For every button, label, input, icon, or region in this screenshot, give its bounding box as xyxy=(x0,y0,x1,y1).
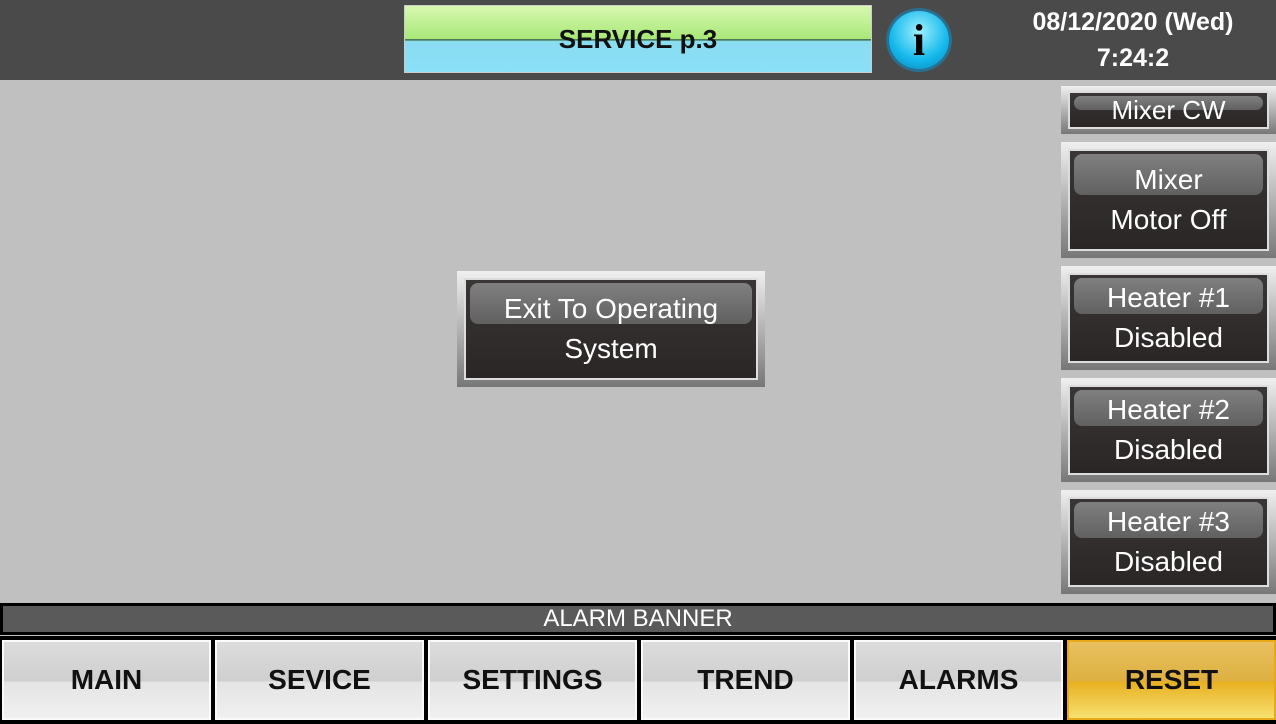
nav-settings-button[interactable]: SETTINGS xyxy=(428,640,637,720)
label: Heater #2 xyxy=(1107,394,1230,425)
nav-trend-button[interactable]: TREND xyxy=(641,640,850,720)
label: Mixer CW xyxy=(1111,95,1226,125)
label: Disabled xyxy=(1114,546,1223,577)
nav-service-button[interactable]: SEVICE xyxy=(215,640,424,720)
heater2-button[interactable]: Heater #2 Disabled xyxy=(1061,378,1276,482)
label: Motor Off xyxy=(1110,204,1227,235)
mixer-motor-button[interactable]: Mixer Motor Off xyxy=(1061,142,1276,258)
label: Mixer xyxy=(1134,164,1203,195)
mixer-cw-button[interactable]: Mixer CW xyxy=(1061,86,1276,134)
info-icon[interactable]: i xyxy=(886,8,952,72)
label: Disabled xyxy=(1114,434,1223,465)
label: Disabled xyxy=(1114,322,1223,353)
time-text: 7:24:2 xyxy=(1096,44,1170,72)
label: Heater #1 xyxy=(1107,282,1230,313)
label: Heater #3 xyxy=(1107,506,1230,537)
reset-button[interactable]: RESET xyxy=(1067,640,1276,720)
exit-to-os-button[interactable]: Exit To Operating System xyxy=(457,271,765,387)
label: System xyxy=(564,333,658,364)
top-bar: SERVICE p.3 i 08/12/2020 (Wed) 7:24:2 xyxy=(0,0,1276,80)
nav-alarms-button[interactable]: ALARMS xyxy=(854,640,1063,720)
nav-bar: MAIN SEVICE SETTINGS TREND ALARMS RESET xyxy=(0,636,1276,724)
nav-main-button[interactable]: MAIN xyxy=(2,640,211,720)
datetime: 08/12/2020 (Wed) 7:24:2 xyxy=(990,4,1276,76)
heater3-button[interactable]: Heater #3 Disabled xyxy=(1061,490,1276,594)
page-title: SERVICE p.3 xyxy=(404,5,872,73)
heater1-button[interactable]: Heater #1 Disabled xyxy=(1061,266,1276,370)
alarm-banner: ALARM BANNER xyxy=(0,603,1276,635)
label: Exit To Operating xyxy=(503,293,719,324)
date-text: 08/12/2020 (Wed) xyxy=(1032,8,1234,36)
